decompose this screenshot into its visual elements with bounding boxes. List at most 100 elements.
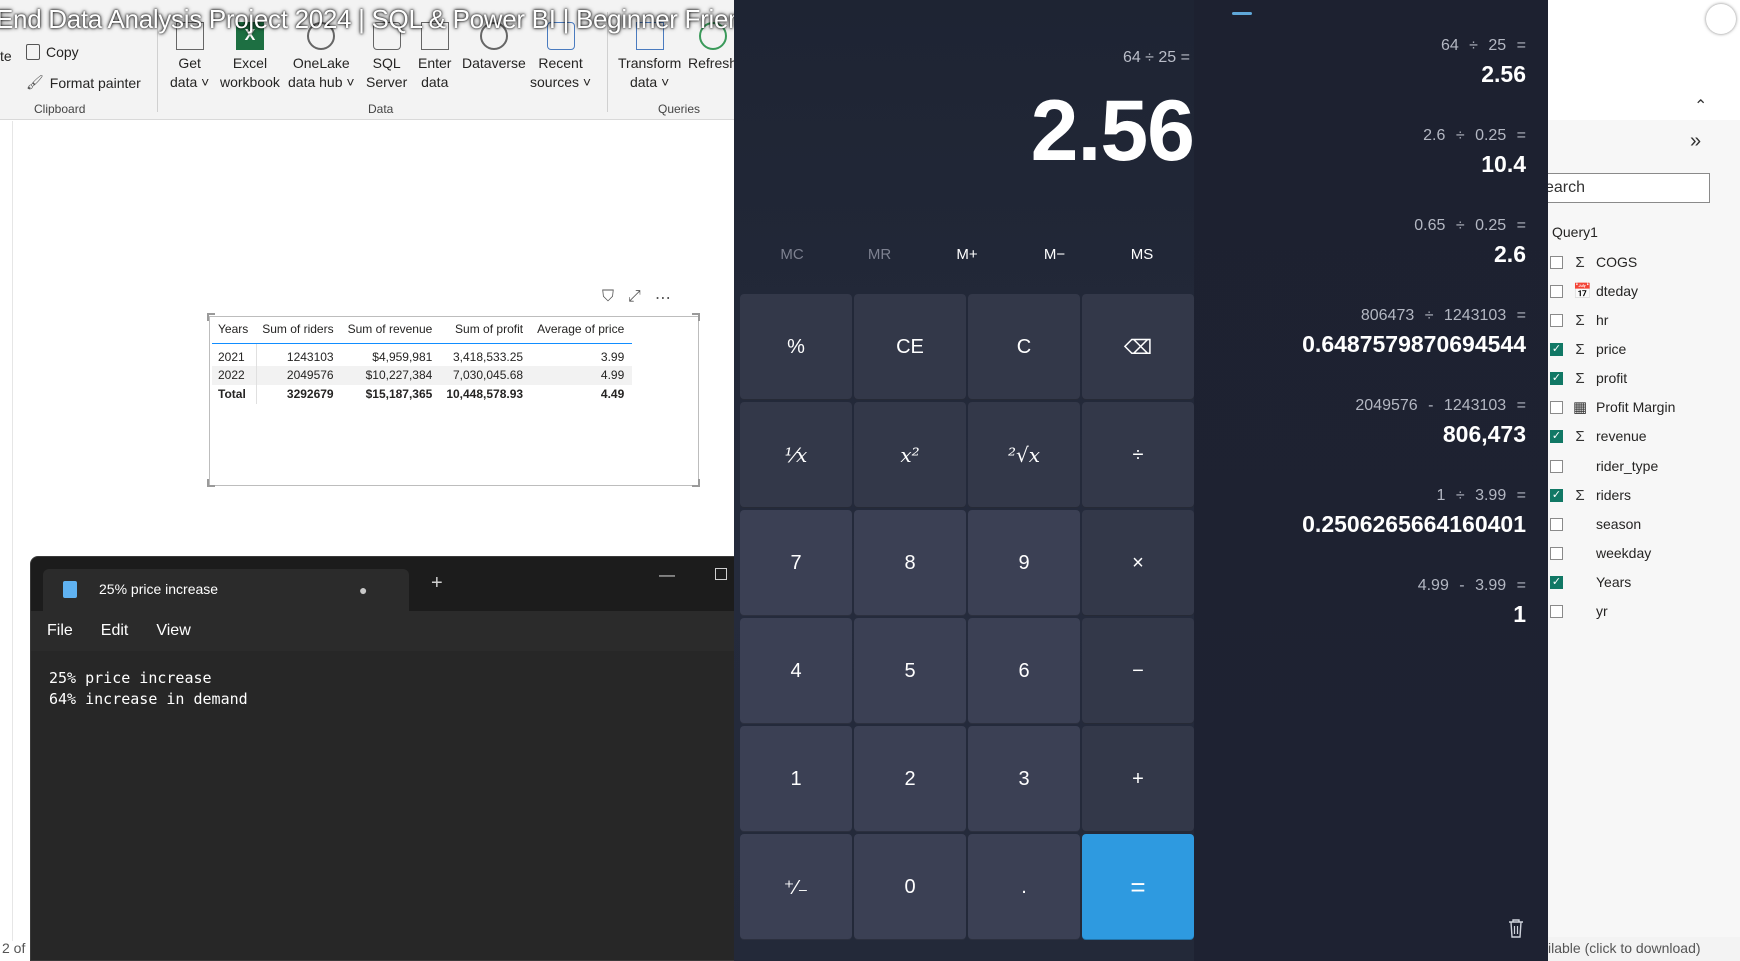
table-cell: 10,448,578.93 bbox=[446, 387, 524, 401]
status-bar-message[interactable]: ilable (click to download) bbox=[1546, 937, 1740, 961]
filter-icon[interactable]: ⛉ bbox=[602, 288, 614, 308]
field-name: dteday bbox=[1596, 283, 1639, 299]
digit-2-button[interactable]: 2 bbox=[854, 726, 966, 832]
maximize-icon[interactable] bbox=[715, 568, 727, 580]
menu-file[interactable]: File bbox=[47, 611, 87, 651]
backspace-button[interactable]: ⌫ bbox=[1082, 294, 1194, 400]
field-item[interactable]: ✓ Years bbox=[1550, 571, 1631, 593]
notepad-tab[interactable]: 25% price increase ● bbox=[43, 569, 409, 611]
field-item[interactable]: season bbox=[1550, 513, 1641, 535]
field-item[interactable]: Σhr bbox=[1550, 309, 1608, 331]
checkbox-icon[interactable] bbox=[1550, 284, 1563, 298]
column-header[interactable]: Years bbox=[212, 319, 257, 344]
table-cell: Total bbox=[212, 384, 257, 404]
field-item[interactable]: weekday bbox=[1550, 542, 1651, 564]
trash-icon[interactable] bbox=[1508, 918, 1524, 938]
new-tab-icon[interactable]: + bbox=[431, 573, 443, 593]
expand-pane-icon[interactable]: » bbox=[1690, 130, 1701, 153]
digit-6-button[interactable]: 6 bbox=[968, 618, 1080, 724]
column-header[interactable]: Average of price bbox=[531, 319, 633, 344]
field-name: profit bbox=[1596, 370, 1628, 386]
memory-subtract-button[interactable]: M− bbox=[1025, 246, 1085, 263]
field-item[interactable]: 📅 dteday bbox=[1550, 280, 1638, 302]
chevron-up-icon[interactable]: ⌃ bbox=[1694, 96, 1707, 116]
notepad-text-area[interactable]: 25% price increase 64% increase in deman… bbox=[31, 651, 735, 960]
search-input[interactable]: earch bbox=[1540, 173, 1710, 203]
field-item[interactable]: rider_type bbox=[1550, 455, 1658, 477]
memory-recall-button[interactable]: MR bbox=[850, 246, 910, 263]
resize-handle[interactable] bbox=[692, 479, 700, 487]
decimal-button[interactable]: . bbox=[968, 834, 1080, 940]
menu-edit[interactable]: Edit bbox=[101, 611, 143, 651]
field-item[interactable]: ▦ Profit Margin bbox=[1550, 396, 1675, 418]
memory-clear-button[interactable]: MC bbox=[762, 246, 822, 263]
calc-expression: 64 ÷ 25 = bbox=[1122, 49, 1190, 66]
digit-3-button[interactable]: 3 bbox=[968, 726, 1080, 832]
equals-button[interactable]: = bbox=[1082, 834, 1194, 940]
resize-handle[interactable] bbox=[692, 313, 700, 321]
negate-button[interactable]: ⁺⁄₋ bbox=[740, 834, 852, 940]
query-table-name[interactable]: Query1 bbox=[1552, 224, 1598, 240]
format-painter-button[interactable]: 🖌 Format painter bbox=[26, 74, 141, 91]
digit-5-button[interactable]: 5 bbox=[854, 618, 966, 724]
reciprocal-button[interactable]: ¹⁄x bbox=[740, 402, 852, 508]
digit-7-button[interactable]: 7 bbox=[740, 510, 852, 616]
checkbox-icon[interactable] bbox=[1550, 604, 1563, 618]
cut-button[interactable]: te bbox=[0, 48, 12, 64]
square-root-button[interactable]: ²√x bbox=[968, 402, 1080, 508]
memory-add-button[interactable]: M+ bbox=[937, 246, 997, 263]
checkbox-icon[interactable] bbox=[1550, 517, 1563, 531]
checkbox-icon[interactable] bbox=[1550, 459, 1563, 473]
history-item[interactable]: 64 ÷ 25 = 2.56 bbox=[1441, 37, 1526, 88]
clear-entry-button[interactable]: CE bbox=[854, 294, 966, 400]
checkbox-icon[interactable] bbox=[1550, 313, 1563, 327]
add-button[interactable]: + bbox=[1082, 726, 1194, 832]
memory-store-button[interactable]: MS bbox=[1112, 246, 1172, 263]
checkbox-checked-icon[interactable]: ✓ bbox=[1550, 429, 1563, 443]
digit-0-button[interactable]: 0 bbox=[854, 834, 966, 940]
multiply-button[interactable]: × bbox=[1082, 510, 1194, 616]
digit-1-button[interactable]: 1 bbox=[740, 726, 852, 832]
history-item[interactable]: 2049576 - 1243103 = 806,473 bbox=[1355, 397, 1526, 448]
field-item[interactable]: ✓ Σrevenue bbox=[1550, 425, 1647, 447]
checkbox-icon[interactable] bbox=[1550, 546, 1563, 560]
history-item[interactable]: 806473 ÷ 1243103 = 0.6487579870694544 bbox=[1302, 307, 1526, 358]
digit-9-button[interactable]: 9 bbox=[968, 510, 1080, 616]
history-item[interactable]: 2.6 ÷ 0.25 = 10.4 bbox=[1423, 127, 1526, 178]
column-header[interactable]: Sum of profit bbox=[440, 319, 532, 344]
digit-8-button[interactable]: 8 bbox=[854, 510, 966, 616]
table-cell: 3,418,533.25 bbox=[453, 349, 524, 364]
field-item[interactable]: Σ COGS bbox=[1550, 251, 1637, 273]
checkbox-icon[interactable] bbox=[1550, 400, 1563, 414]
column-header[interactable]: Sum of revenue bbox=[341, 319, 441, 344]
focus-mode-icon[interactable]: ⤢ bbox=[628, 288, 641, 308]
checkbox-checked-icon[interactable]: ✓ bbox=[1550, 342, 1563, 356]
square-button[interactable]: x² bbox=[854, 402, 966, 508]
watch-later-icon[interactable] bbox=[1706, 4, 1736, 34]
history-item[interactable]: 0.65 ÷ 0.25 = 2.6 bbox=[1414, 217, 1526, 268]
field-item[interactable]: ✓ Σprice bbox=[1550, 338, 1626, 360]
checkbox-checked-icon[interactable]: ✓ bbox=[1550, 488, 1563, 502]
divide-button[interactable]: ÷ bbox=[1082, 402, 1194, 508]
copy-button[interactable]: Copy bbox=[26, 44, 79, 60]
field-item[interactable]: yr bbox=[1550, 600, 1608, 622]
table-row: 2022 2049576 $10,227,384 7,030,045.68 4.… bbox=[212, 365, 633, 385]
history-item[interactable]: 1 ÷ 3.99 = 0.2506265664160401 bbox=[1302, 487, 1526, 538]
history-item[interactable]: 4.99 - 3.99 = 1 bbox=[1418, 577, 1526, 628]
history-result: 1 bbox=[1513, 601, 1526, 627]
unsaved-indicator-icon[interactable]: ● bbox=[359, 582, 367, 598]
clear-button[interactable]: C bbox=[968, 294, 1080, 400]
checkbox-icon[interactable] bbox=[1550, 255, 1563, 269]
column-header[interactable]: Sum of riders bbox=[256, 319, 342, 344]
more-options-icon[interactable]: ⋯ bbox=[655, 288, 671, 308]
resize-handle[interactable] bbox=[207, 479, 215, 487]
digit-4-button[interactable]: 4 bbox=[740, 618, 852, 724]
minimize-icon[interactable]: — bbox=[659, 567, 675, 585]
checkbox-checked-icon[interactable]: ✓ bbox=[1550, 575, 1563, 589]
percent-button[interactable]: % bbox=[740, 294, 852, 400]
field-item[interactable]: ✓ Σriders bbox=[1550, 484, 1631, 506]
menu-view[interactable]: View bbox=[156, 611, 204, 651]
field-item[interactable]: ✓ Σprofit bbox=[1550, 367, 1627, 389]
checkbox-checked-icon[interactable]: ✓ bbox=[1550, 371, 1563, 385]
subtract-button[interactable]: − bbox=[1082, 618, 1194, 724]
